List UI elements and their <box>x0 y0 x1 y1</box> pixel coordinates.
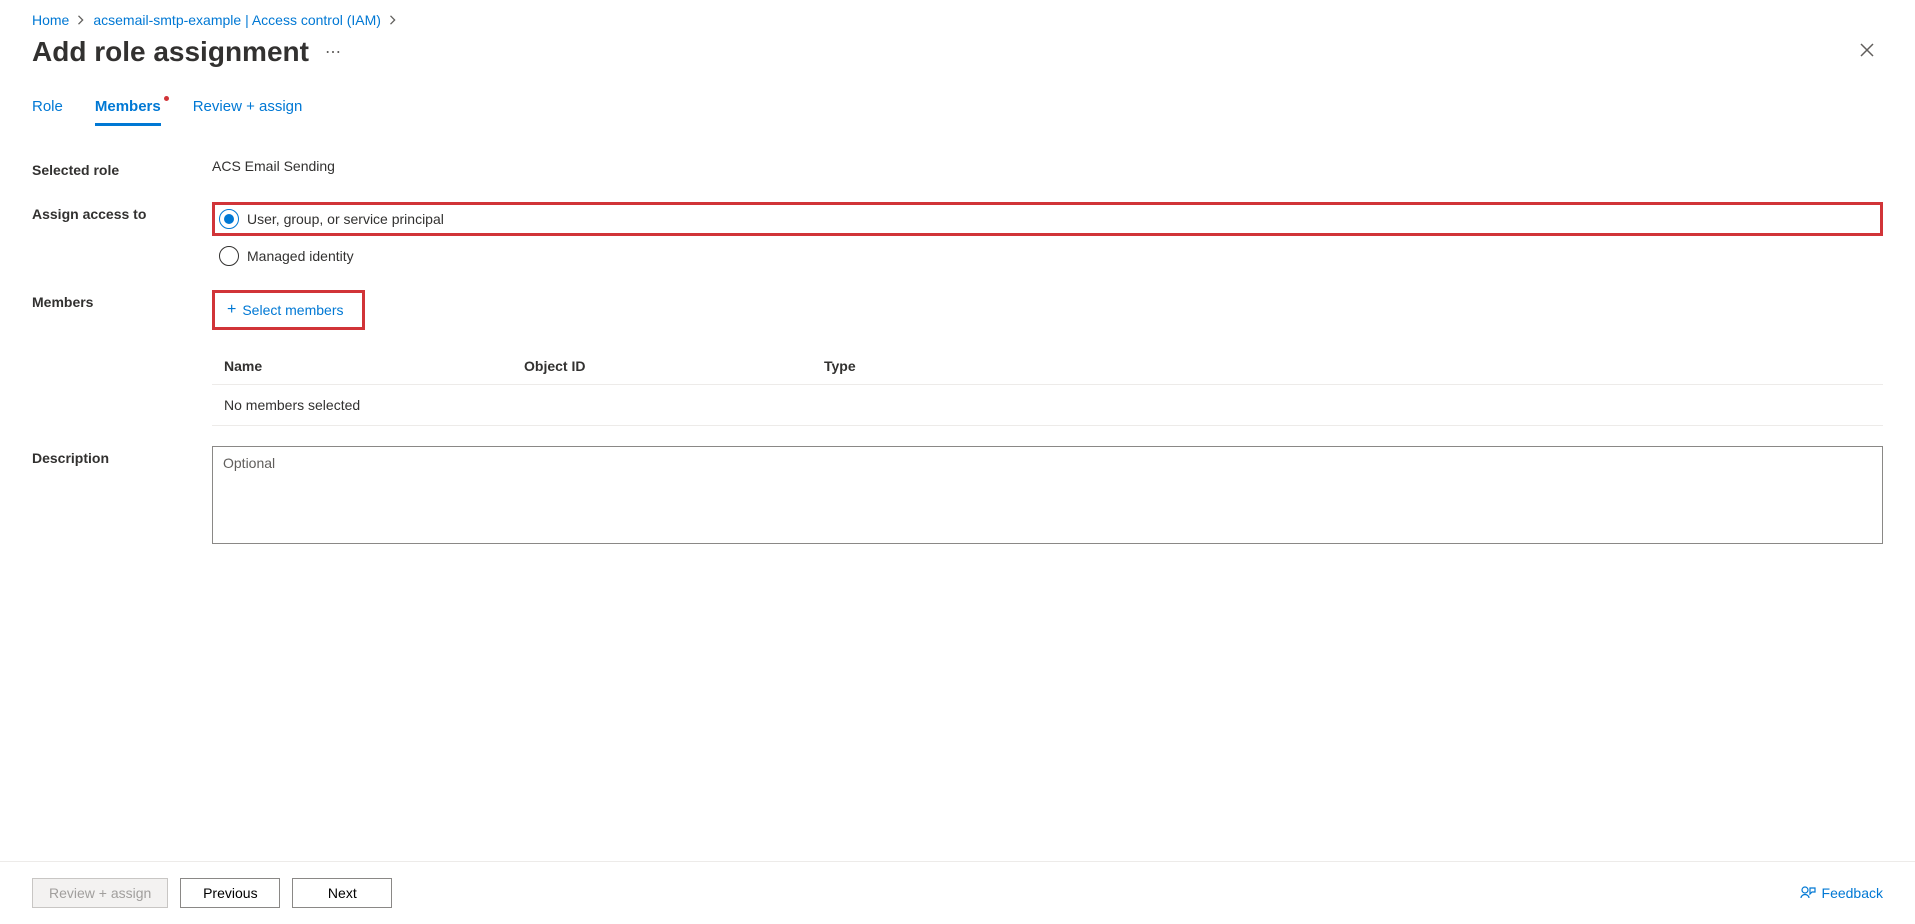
table-header-name: Name <box>224 358 524 374</box>
members-label: Members <box>32 290 212 310</box>
more-actions-button[interactable]: ⋯ <box>325 42 341 62</box>
table-row-empty: No members selected <box>212 385 1883 426</box>
table-header: Name Object ID Type <box>212 348 1883 385</box>
tab-indicator-dot <box>164 96 169 101</box>
plus-icon: + <box>227 301 236 319</box>
tabs: Role Members Review + assign <box>32 98 1883 126</box>
breadcrumb-home[interactable]: Home <box>32 12 69 28</box>
feedback-icon <box>1800 885 1816 901</box>
breadcrumb: Home acsemail-smtp-example | Access cont… <box>32 12 1883 28</box>
review-assign-button[interactable]: Review + assign <box>32 878 168 908</box>
table-header-type: Type <box>824 358 1871 374</box>
highlight-user-group-option: User, group, or service principal <box>212 202 1883 236</box>
radio-user-group-label: User, group, or service principal <box>247 211 444 227</box>
tab-role[interactable]: Role <box>32 98 63 126</box>
select-members-label: Select members <box>242 302 343 318</box>
previous-button[interactable]: Previous <box>180 878 280 908</box>
feedback-link[interactable]: Feedback <box>1800 885 1883 901</box>
no-members-text: No members selected <box>224 397 524 413</box>
radio-unselected-icon <box>219 246 239 266</box>
selected-role-label: Selected role <box>32 158 212 178</box>
assign-access-label: Assign access to <box>32 202 212 222</box>
next-button[interactable]: Next <box>292 878 392 908</box>
chevron-right-icon <box>77 12 85 28</box>
radio-managed-identity-label: Managed identity <box>247 248 354 264</box>
tab-review-assign[interactable]: Review + assign <box>193 98 303 126</box>
feedback-label: Feedback <box>1822 885 1883 901</box>
close-icon <box>1859 42 1875 58</box>
table-header-object-id: Object ID <box>524 358 824 374</box>
description-textarea[interactable] <box>212 446 1883 544</box>
footer: Review + assign Previous Next Feedback <box>0 861 1915 924</box>
select-members-button[interactable]: + Select members <box>219 297 352 323</box>
breadcrumb-resource[interactable]: acsemail-smtp-example | Access control (… <box>93 12 381 28</box>
radio-user-group-principal[interactable]: User, group, or service principal <box>219 209 444 229</box>
radio-selected-icon <box>219 209 239 229</box>
chevron-right-icon <box>389 12 397 28</box>
highlight-select-members: + Select members <box>212 290 365 330</box>
description-label: Description <box>32 446 212 466</box>
close-button[interactable] <box>1851 37 1883 68</box>
members-table: Name Object ID Type No members selected <box>212 348 1883 426</box>
page-title: Add role assignment <box>32 36 309 68</box>
tab-members-label: Members <box>95 98 161 115</box>
radio-managed-identity[interactable]: Managed identity <box>212 246 1883 266</box>
tab-members[interactable]: Members <box>95 98 161 126</box>
selected-role-value: ACS Email Sending <box>212 158 1883 174</box>
